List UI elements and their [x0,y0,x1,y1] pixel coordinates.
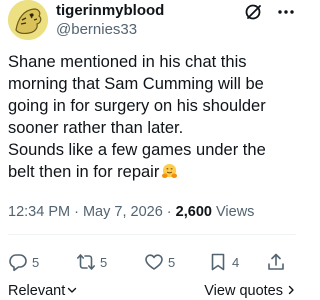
repost-count: 5 [100,254,108,270]
share-button[interactable] [266,251,286,273]
author-display-name[interactable]: tigerinmyblood [56,1,164,20]
views-label: Views [211,204,255,220]
avatar[interactable] [8,0,48,40]
reply-count: 5 [32,254,40,270]
meta-separator-2: · [162,204,176,220]
grok-icon[interactable] [244,2,264,22]
sort-label: Relevant [8,283,66,299]
tweet-paragraph-1: Shane mentioned in his chat this morning… [8,53,266,137]
views-count: 2,600 [175,204,212,220]
tweet-paragraph-2-text: Sounds like a few games under the belt t… [8,141,266,181]
author-handle[interactable]: @bernies33 [56,20,164,39]
bookmark-button[interactable]: 4 [208,251,239,273]
more-options-icon[interactable] [276,2,296,22]
reply-icon [9,254,27,272]
tweet-header: tigerinmyblood @bernies33 [8,0,294,44]
view-quotes-link[interactable]: View quotes [204,283,296,299]
share-icon [268,253,284,270]
chevron-right-icon [288,285,294,295]
tweet-footer: Relevant View quotes [8,283,296,300]
tweet-time[interactable]: 12:34 PM [8,204,70,220]
tweet-text: Shane mentioned in his chat this morning… [8,51,296,183]
hugging-face-emoji-icon [162,163,178,179]
bookmark-icon [211,253,225,271]
heart-icon [145,254,163,270]
tweet-date[interactable]: May 7, 2026 [83,204,163,220]
meta-separator: · [70,204,83,220]
like-button[interactable]: 5 [144,251,175,273]
repost-icon [77,254,95,270]
view-quotes-label: View quotes [204,283,283,299]
divider [8,234,296,235]
tweet-metadata: 12:34 PM · May 7, 2026 · 2,600 Views [8,204,254,220]
reply-button[interactable]: 5 [8,251,39,273]
chevron-down-icon [68,287,77,293]
repost-button[interactable]: 5 [76,251,107,273]
like-count: 5 [168,254,176,270]
tweet-paragraph-2: Sounds like a few games under the belt t… [8,139,296,183]
action-bar: 5 5 5 4 [8,251,296,273]
bookmark-count: 4 [232,254,240,270]
sort-dropdown[interactable]: Relevant [8,283,77,299]
tiger-avatar-icon [8,0,48,40]
